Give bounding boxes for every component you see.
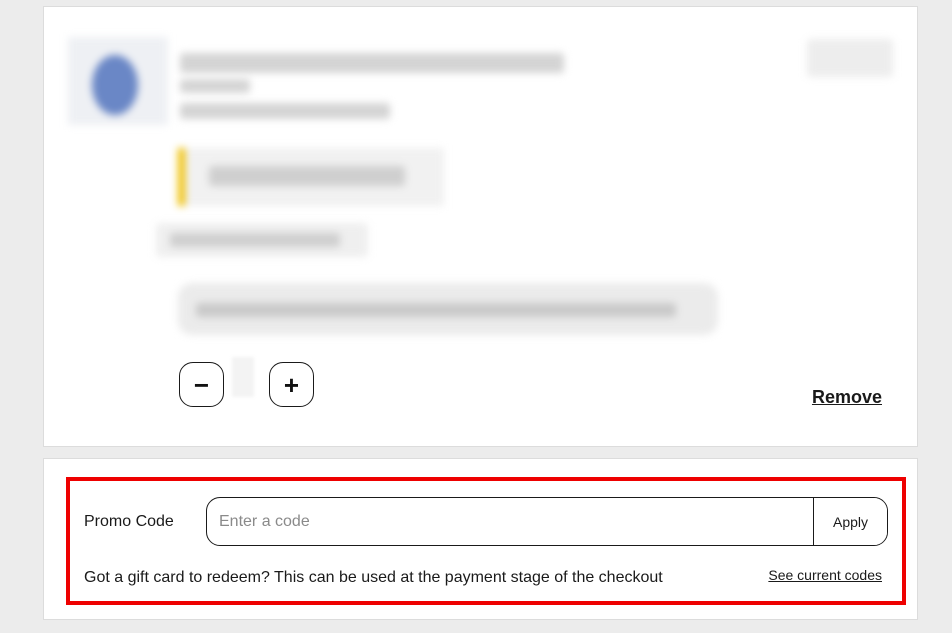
plus-icon: +	[283, 369, 300, 400]
increase-quantity-button[interactable]: +	[269, 362, 314, 407]
promo-code-card: Promo Code Apply Got a gift card to rede…	[43, 458, 918, 620]
stock-notice-text	[196, 303, 676, 317]
quantity-value	[232, 357, 254, 397]
product-variant-line	[180, 103, 390, 119]
remove-item-link[interactable]: Remove	[812, 387, 882, 408]
promo-code-input[interactable]	[207, 498, 813, 545]
promo-highlight-box: Promo Code Apply Got a gift card to rede…	[66, 477, 906, 605]
product-title-line-1[interactable]	[180, 53, 564, 73]
promotion-text	[209, 166, 405, 186]
cart-item-card: − + Remove	[43, 6, 918, 447]
minus-icon: −	[193, 369, 210, 400]
promo-code-field-group: Apply	[206, 497, 888, 546]
see-current-codes-link[interactable]: See current codes	[768, 567, 882, 583]
product-title-line-2	[180, 79, 250, 93]
apply-promo-button[interactable]: Apply	[813, 498, 887, 545]
delivery-info	[156, 223, 368, 257]
gift-card-info-text: Got a gift card to redeem? This can be u…	[84, 569, 663, 586]
promo-code-label: Promo Code	[84, 513, 174, 530]
stock-notice	[178, 283, 718, 335]
product-image[interactable]	[68, 37, 168, 125]
promotion-banner	[178, 148, 444, 206]
decrease-quantity-button[interactable]: −	[179, 362, 224, 407]
item-price	[807, 39, 893, 77]
delivery-text	[170, 233, 340, 247]
product-image-content	[92, 55, 138, 115]
